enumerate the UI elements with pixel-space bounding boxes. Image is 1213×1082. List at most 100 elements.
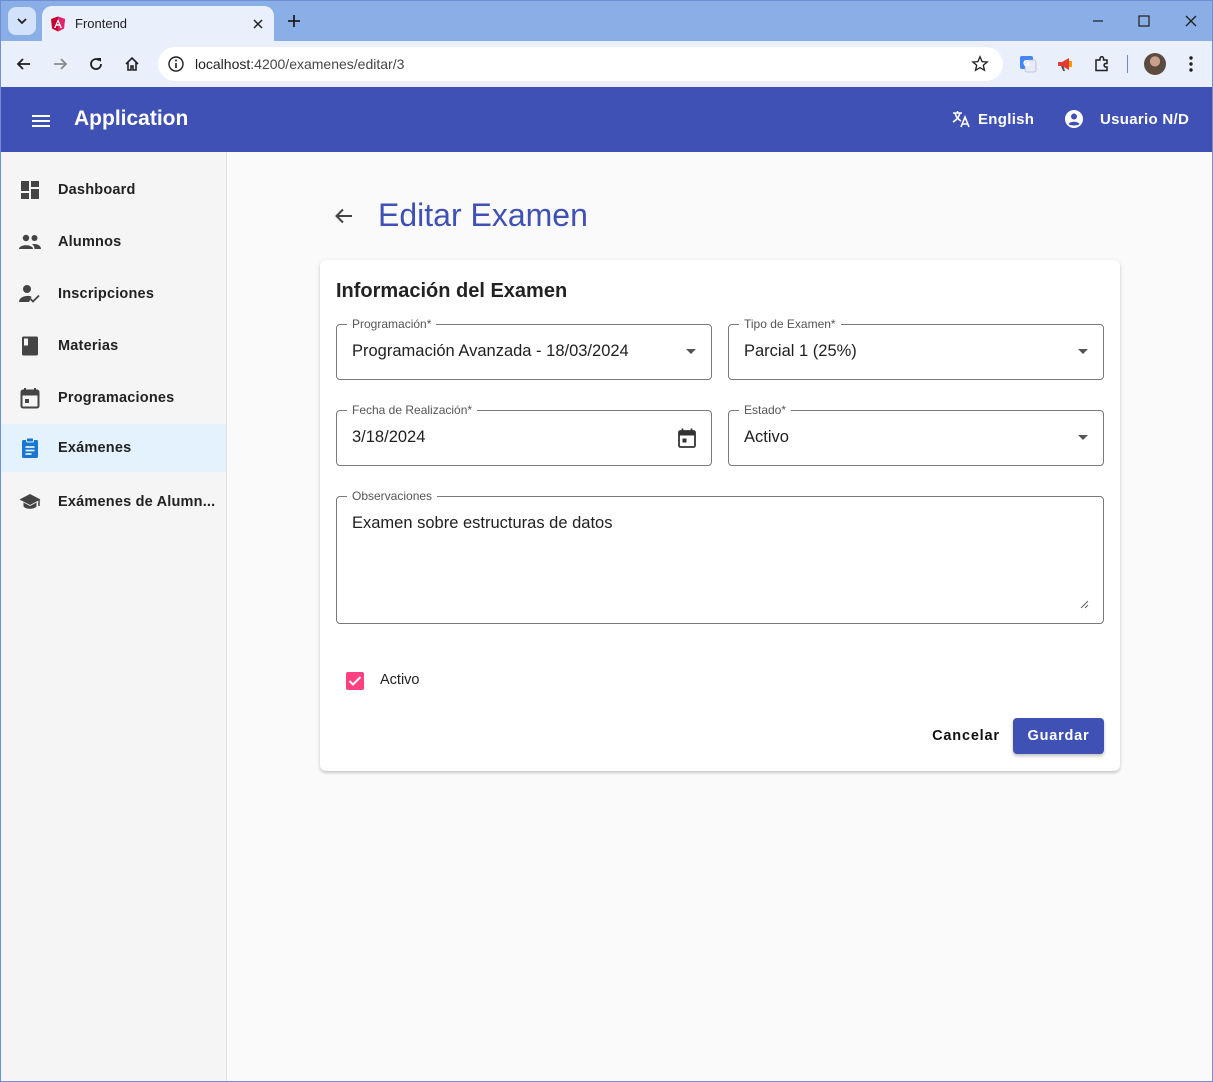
back-arrow-button[interactable] [332,204,356,228]
activo-checkbox[interactable] [346,672,364,690]
kebab-menu-icon[interactable] [1179,52,1203,76]
profile-avatar[interactable] [1144,53,1166,75]
sidebar-item-examenes[interactable]: Exámenes [1,424,226,472]
back-button[interactable] [10,50,38,78]
plus-icon [288,15,300,27]
sidebar-item-label: Programaciones [58,390,175,406]
sidebar-item-inscripciones[interactable]: Inscripciones [1,270,226,318]
tab-search-button[interactable] [8,7,36,35]
minimize-button[interactable] [1084,7,1112,35]
book-icon [18,334,42,358]
cancel-button[interactable]: Cancelar [922,718,1010,754]
card-title: Información del Examen [336,280,568,302]
dashboard-icon [18,178,42,202]
programacion-select[interactable]: Programación* Programación Avanzada - 18… [336,317,712,380]
close-window-button[interactable] [1177,7,1205,35]
school-icon [18,490,42,514]
browser-window: Frontend localhost:4200/examenes/editar/… [0,0,1213,1082]
star-icon[interactable] [970,54,990,74]
app-title: Application [74,107,189,130]
app-header: Application English Usuario N/D [1,87,1212,152]
reload-button[interactable] [82,50,110,78]
tipo-examen-value: Parcial 1 (25%) [744,342,857,360]
sidebar-item-materias[interactable]: Materias [1,322,226,370]
dropdown-arrow-icon [1078,349,1088,354]
browser-toolbar: localhost:4200/examenes/editar/3 G [1,41,1212,87]
home-button[interactable] [118,50,146,78]
people-icon [18,230,42,254]
dropdown-arrow-icon [686,349,696,354]
programacion-value: Programación Avanzada - 18/03/2024 [352,342,629,360]
fecha-label: Fecha de Realización* [347,403,478,417]
maximize-button[interactable] [1130,7,1158,35]
observaciones-textarea[interactable]: Observaciones Examen sobre estructuras d… [336,489,1104,624]
back-icon [16,58,30,70]
fecha-value: 3/18/2024 [352,428,426,446]
tab-title: Frontend [75,16,128,31]
translate-icon [952,111,970,128]
menu-button[interactable] [29,109,53,133]
url-text: localhost:4200/examenes/editar/3 [195,56,404,72]
forward-button[interactable] [46,50,74,78]
activo-checkbox-label[interactable]: Activo [380,672,420,688]
check-icon [348,676,362,686]
save-button[interactable]: Guardar [1013,718,1104,754]
info-icon[interactable] [166,54,186,74]
sidebar-item-dashboard[interactable]: Dashboard [1,166,226,214]
sidebar: Dashboard Alumnos Inscripciones Materias… [1,152,227,1081]
toolbar-separator [1127,55,1128,73]
sidebar-item-examenes-alumnos[interactable]: Exámenes de Alumn... [1,478,226,526]
url-path: :4200/examenes/editar/3 [250,56,405,72]
exam-form-card: Información del Examen Programación* Pro… [320,260,1120,771]
home-icon [125,56,139,71]
sidebar-item-label: Dashboard [58,182,136,198]
arrow-back-icon [335,208,352,224]
address-bar[interactable]: localhost:4200/examenes/editar/3 [158,47,1003,81]
tipo-examen-select[interactable]: Tipo de Examen* Parcial 1 (25%) [728,317,1104,380]
language-button[interactable]: English [951,109,1034,129]
new-tab-button[interactable] [282,9,306,33]
chevron-down-icon [17,18,27,25]
browser-tab[interactable]: Frontend [42,6,274,41]
puzzle-icon[interactable] [1090,52,1114,76]
sidebar-item-label: Materias [58,338,119,354]
sidebar-item-alumnos[interactable]: Alumnos [1,218,226,266]
calendar-icon [18,386,42,410]
estado-label: Estado* [739,403,792,417]
tab-strip: Frontend [1,1,1212,41]
sidebar-item-label: Exámenes de Alumn... [58,494,216,510]
estado-value: Activo [744,428,789,446]
resize-grip-icon[interactable] [1079,599,1089,609]
observaciones-value: Examen sobre estructuras de datos [352,514,613,532]
tipo-examen-label: Tipo de Examen* [739,317,841,331]
programacion-label: Programación* [347,317,437,331]
megaphone-extension-icon[interactable] [1053,52,1077,76]
close-icon[interactable] [248,14,268,34]
hamburger-icon [32,115,50,127]
sidebar-item-label: Alumnos [58,234,122,250]
translate-extension-icon[interactable]: G [1016,52,1040,76]
language-label: English [978,110,1035,128]
url-host: localhost [195,56,251,72]
sidebar-item-programaciones[interactable]: Programaciones [1,374,226,422]
reload-icon [90,58,102,70]
dropdown-arrow-icon [1078,435,1088,440]
sidebar-item-label: Exámenes [58,440,132,456]
maximize-icon [1138,15,1150,27]
forward-icon [54,58,68,70]
close-window-icon [1185,15,1197,27]
sidebar-item-label: Inscripciones [58,286,155,302]
assignment-icon [18,436,42,460]
user-menu-button[interactable]: Usuario N/D [1064,109,1189,129]
minimize-icon [1093,20,1103,22]
calendar-icon[interactable] [676,427,698,449]
svg-text:G: G [1023,59,1030,68]
how-to-reg-icon [18,282,42,306]
observaciones-label: Observaciones [347,489,438,503]
user-label: Usuario N/D [1100,110,1190,128]
fecha-input[interactable]: Fecha de Realización* 3/18/2024 [336,403,712,466]
page-title: Editar Examen [378,197,588,233]
angular-icon [51,16,65,31]
account-circle-icon [1065,110,1083,128]
estado-select[interactable]: Estado* Activo [728,403,1104,466]
